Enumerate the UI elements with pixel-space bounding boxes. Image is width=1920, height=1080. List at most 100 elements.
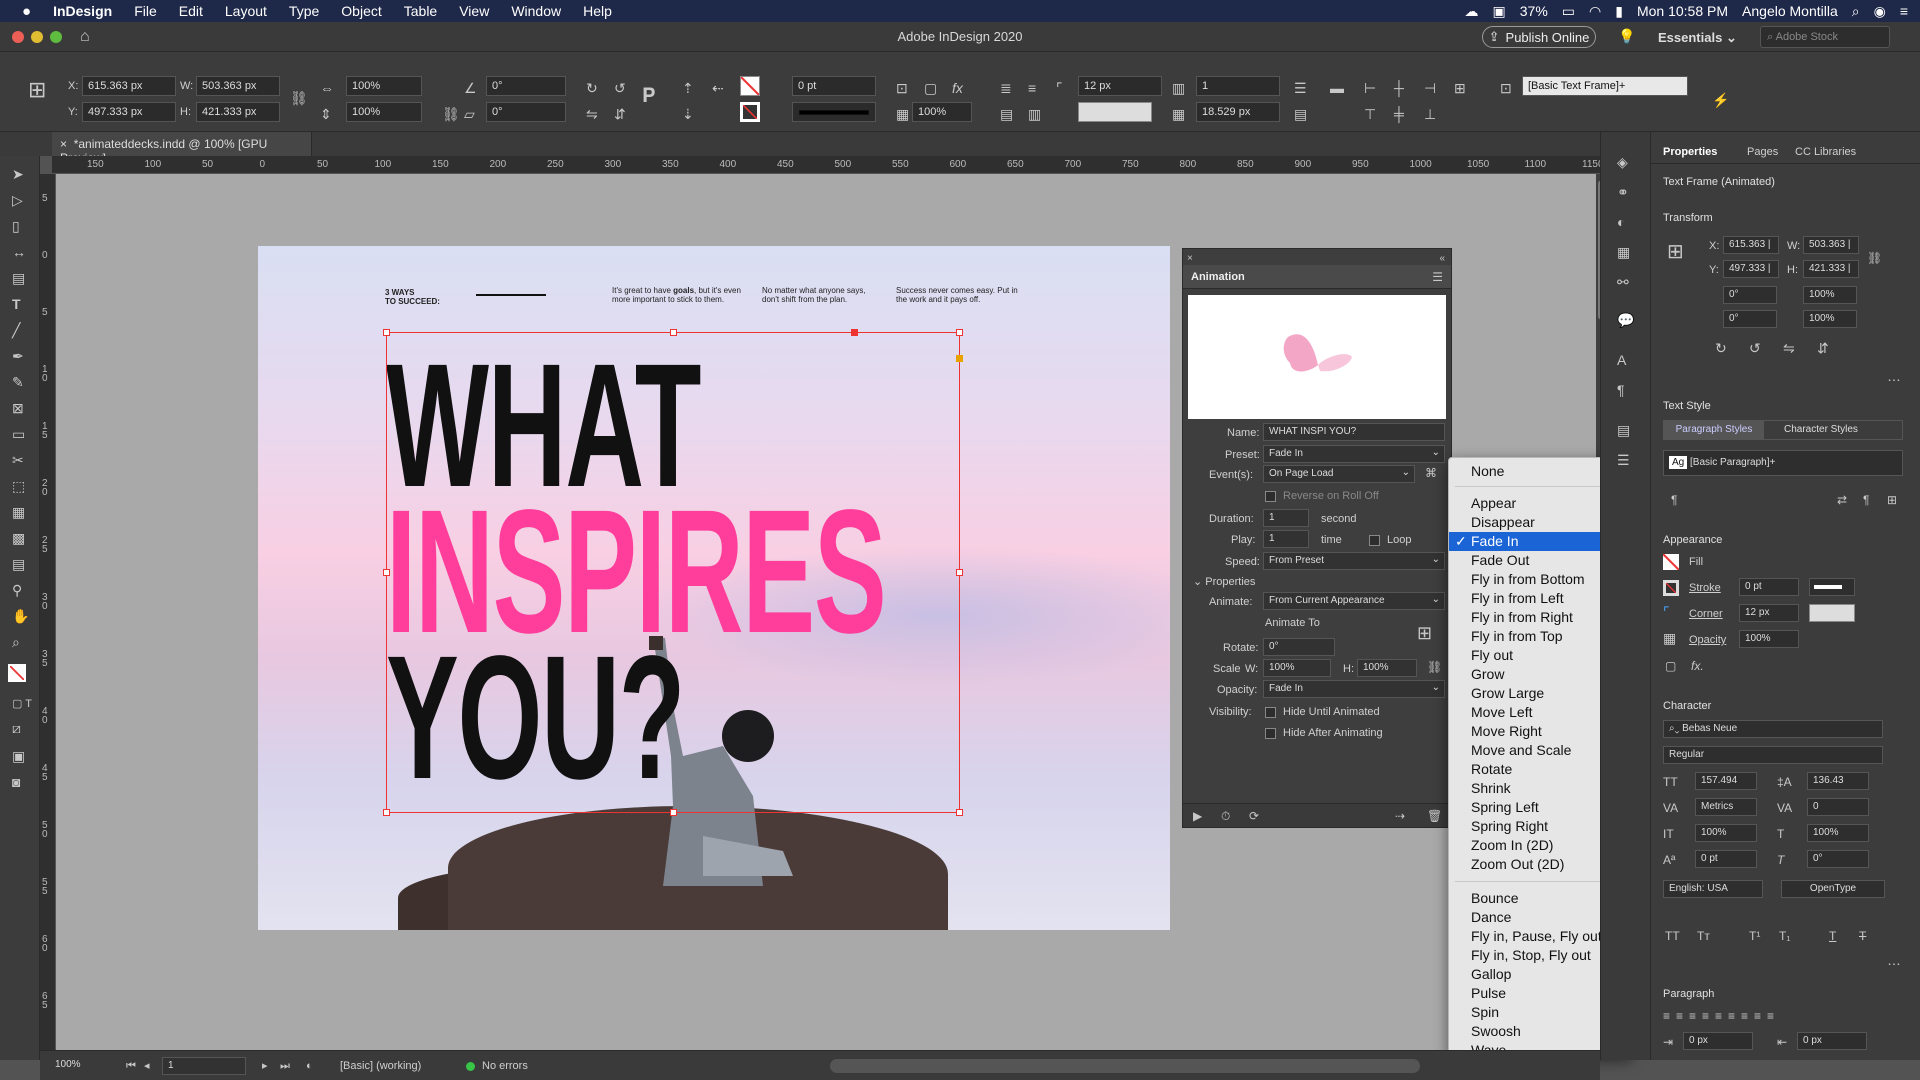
- align-top-icon[interactable]: ≣: [1000, 80, 1012, 96]
- gutter-field[interactable]: 18.529 px: [1196, 102, 1280, 122]
- small-caps-icon[interactable]: Tт: [1697, 928, 1710, 944]
- clear-overrides-icon[interactable]: ¶: [1671, 492, 1677, 508]
- direct-selection-tool-icon[interactable]: ▷: [12, 192, 23, 208]
- stroke-style-icon[interactable]: ▬: [1330, 80, 1344, 96]
- speed-select[interactable]: From Preset ⌄: [1263, 552, 1445, 570]
- delete-icon[interactable]: 🗑: [1427, 808, 1442, 824]
- paragraph-icon[interactable]: ¶: [1617, 382, 1625, 398]
- opacity-field[interactable]: 100%: [912, 102, 972, 122]
- tab-paragraph-styles[interactable]: Paragraph Styles: [1664, 421, 1764, 439]
- pages-icon[interactable]: ◐: [1617, 214, 1625, 230]
- rectangle-frame-tool-icon[interactable]: ⊠: [12, 400, 24, 416]
- align-left-edges-icon[interactable]: ⊢: [1364, 80, 1376, 96]
- align-right-edges-icon[interactable]: ⊣: [1424, 80, 1436, 96]
- x-position-field[interactable]: 615.363 px: [82, 76, 176, 96]
- first-page-icon[interactable]: ⏮: [126, 1058, 136, 1074]
- more-options-icon[interactable]: …: [1887, 952, 1901, 968]
- constrain-proportions-icon[interactable]: ⛓: [290, 90, 308, 106]
- drop-shadow-icon[interactable]: ▢: [924, 80, 937, 96]
- spotlight-icon[interactable]: ⌕: [1852, 3, 1860, 20]
- battery-icon[interactable]: ▮: [1615, 3, 1623, 20]
- zoom-select[interactable]: 100%: [50, 1057, 106, 1075]
- menu-layout[interactable]: Layout: [225, 3, 267, 19]
- formatting-affects-container-icon[interactable]: ▢ T: [12, 696, 32, 712]
- effects-icon[interactable]: fx: [952, 80, 963, 96]
- document-tab[interactable]: × *animateddecks.indd @ 100% [GPU Previe…: [52, 132, 312, 165]
- align-horizontal-centers-icon[interactable]: ┼: [1394, 80, 1404, 96]
- reverse-checkbox[interactable]: [1265, 491, 1276, 502]
- text-path-icon[interactable]: 𝐏: [642, 86, 656, 106]
- fill-swatch[interactable]: [740, 76, 760, 96]
- swatches-icon[interactable]: ▦: [1617, 244, 1630, 260]
- duration-field[interactable]: 1: [1263, 509, 1309, 527]
- publish-online-button[interactable]: ⇪ Publish Online: [1482, 26, 1596, 48]
- apply-none-icon[interactable]: ⧄: [12, 720, 21, 736]
- tracking-field[interactable]: 0: [1807, 798, 1869, 816]
- gradient-feather-tool-icon[interactable]: ▩: [12, 530, 25, 546]
- pencil-tool-icon[interactable]: ✎: [12, 374, 24, 390]
- align-vertical-centers-icon[interactable]: ╪: [1394, 106, 1404, 122]
- object-style-select[interactable]: [Basic Text Frame]+: [1522, 76, 1688, 96]
- siri-icon[interactable]: ◉: [1874, 3, 1886, 20]
- character-icon[interactable]: A: [1617, 352, 1626, 368]
- menu-table[interactable]: Table: [404, 3, 437, 19]
- menu-object[interactable]: Object: [341, 3, 381, 19]
- fill-stroke-swatches[interactable]: [8, 664, 26, 682]
- vertical-justify-icon[interactable]: ☰: [1294, 80, 1307, 96]
- menu-view[interactable]: View: [459, 3, 489, 19]
- menu-type[interactable]: Type: [289, 3, 319, 19]
- preflight-status[interactable]: No errors: [482, 1060, 528, 1072]
- airplay-icon[interactable]: ▭: [1562, 3, 1575, 20]
- font-style-select[interactable]: Regular: [1663, 746, 1883, 764]
- opacity-label[interactable]: Opacity: [1689, 634, 1726, 646]
- panel-menu-icon[interactable]: ☰: [1432, 269, 1443, 285]
- stroke-swatch[interactable]: [1663, 580, 1679, 596]
- line-tool-icon[interactable]: ╱: [12, 322, 20, 338]
- sync-icon[interactable]: ⇄: [1837, 492, 1847, 508]
- right-indent-field[interactable]: 0 px: [1797, 1032, 1867, 1050]
- event-button-icon[interactable]: ⌘: [1425, 465, 1437, 481]
- links-icon[interactable]: ⚭: [1617, 184, 1629, 200]
- adobe-stock-search[interactable]: ⌕ Adobe Stock: [1760, 26, 1890, 48]
- app-menu[interactable]: InDesign: [53, 3, 112, 19]
- skew-field[interactable]: 0°: [1807, 850, 1869, 868]
- corner-shape-select[interactable]: [1809, 604, 1855, 622]
- free-transform-tool-icon[interactable]: ⬚: [12, 478, 25, 494]
- origin-proxy-icon[interactable]: ⊞: [1417, 624, 1432, 642]
- prop-rotation-field[interactable]: 0°: [1723, 286, 1777, 304]
- rotate-cw-icon[interactable]: ↻: [1715, 340, 1727, 356]
- prop-scale-x-field[interactable]: 100%: [1803, 286, 1857, 304]
- stroke-weight-field[interactable]: 0 pt: [792, 76, 876, 96]
- lightbulb-icon[interactable]: 💡: [1618, 28, 1635, 44]
- stroke-swatch[interactable]: [740, 102, 760, 122]
- menu-help[interactable]: Help: [583, 3, 612, 19]
- align-bottom-edges-icon[interactable]: ⊥: [1424, 106, 1436, 122]
- properties-disclosure[interactable]: ⌄ Properties: [1193, 575, 1255, 588]
- previous-page-icon[interactable]: ◂: [144, 1058, 150, 1074]
- select-content-icon[interactable]: ⇣: [682, 106, 694, 122]
- leading-field[interactable]: 136.43: [1807, 772, 1869, 790]
- flip-vertical-icon[interactable]: ⇵: [614, 106, 626, 122]
- eyedropper-tool-icon[interactable]: ⚲: [12, 582, 22, 598]
- paragraph-style-select[interactable]: Ag [Basic Paragraph]+: [1663, 450, 1903, 476]
- tab-cc-libraries[interactable]: CC Libraries: [1795, 146, 1856, 158]
- hide-until-checkbox[interactable]: [1265, 707, 1276, 718]
- scissors-tool-icon[interactable]: ✂: [12, 452, 24, 468]
- screen-mode-icon[interactable]: ▣: [12, 748, 25, 764]
- play-field[interactable]: 1: [1263, 530, 1309, 548]
- underline-icon[interactable]: T: [1829, 928, 1836, 944]
- page-tool-icon[interactable]: ▯: [12, 218, 20, 234]
- user-name[interactable]: Angelo Montilla: [1742, 3, 1838, 19]
- frame-fitting-icon[interactable]: ⊡: [896, 80, 908, 96]
- vertical-ruler[interactable]: 5 0 5 1 0 1 5 2 0 2 5 3 0 3 5 4 0 4 5 5 0 5 5 6 0 6 5: [40, 174, 56, 1054]
- flip-vertical-icon[interactable]: ⇵: [1817, 340, 1829, 356]
- paragraph-alignment-icons[interactable]: ≡≡≡≡≡≡≡≡≡: [1663, 1008, 1780, 1024]
- constrain-scale-icon[interactable]: ⛓: [1427, 659, 1442, 675]
- hand-tool-icon[interactable]: ✋: [12, 608, 29, 624]
- content-collector-icon[interactable]: ▤: [12, 270, 25, 286]
- fill-swatch[interactable]: [1663, 554, 1679, 570]
- more-options-icon[interactable]: …: [1887, 368, 1901, 384]
- animate-select[interactable]: From Current Appearance ⌄: [1263, 592, 1445, 610]
- gap-tool-icon[interactable]: ↔: [12, 244, 26, 260]
- page-number-field[interactable]: 1: [162, 1057, 246, 1075]
